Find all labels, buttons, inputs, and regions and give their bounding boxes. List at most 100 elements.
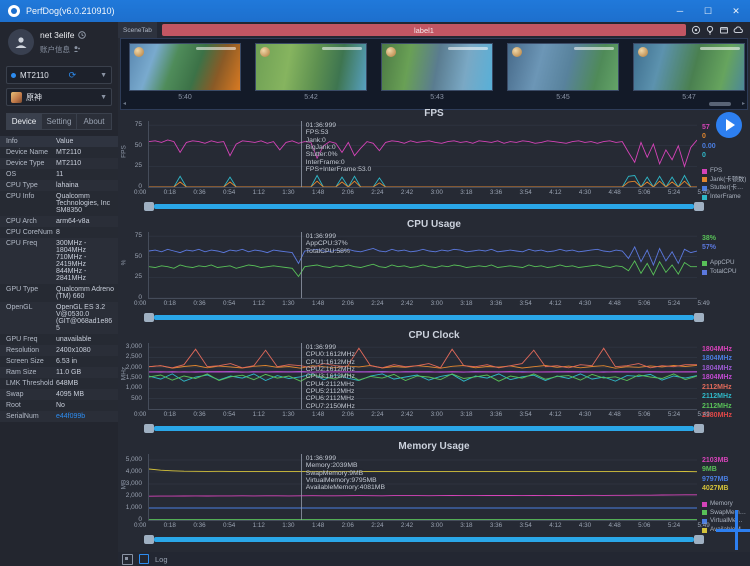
screenshot-thumbnail[interactable]	[129, 43, 241, 91]
table-row: Ram Size 11.0 GB	[0, 367, 118, 378]
play-button[interactable]	[716, 112, 742, 138]
slider-track[interactable]	[154, 537, 694, 542]
scroll-left-icon[interactable]: ◂	[123, 101, 126, 107]
legend-item[interactable]: AppCPU	[702, 259, 748, 268]
tooltip-line: CPU3:1612MHz	[305, 373, 355, 381]
history-clock-icon[interactable]	[77, 31, 86, 39]
slider-handle-right[interactable]	[694, 424, 704, 433]
x-tick-label: 3:36	[489, 411, 503, 418]
screenshot-thumbnail[interactable]	[381, 43, 493, 91]
user-plus-icon	[73, 46, 80, 52]
screenshot-thumbnail[interactable]	[507, 43, 619, 91]
table-header-row: Info Value	[0, 136, 118, 147]
info-cell: GPU Type	[6, 286, 39, 293]
time-range-slider[interactable]	[144, 312, 704, 323]
y-tick-label: 500	[131, 394, 142, 402]
value-cell: arm64-v8a	[56, 218, 90, 225]
slider-track[interactable]	[154, 204, 694, 209]
bulb-icon[interactable]	[705, 25, 715, 35]
tab-device[interactable]: Device	[6, 113, 41, 130]
slider-handle-left[interactable]	[144, 535, 154, 544]
marker-icon[interactable]	[691, 25, 701, 35]
time-range-slider[interactable]	[144, 201, 704, 212]
tab-about[interactable]: About	[76, 113, 112, 130]
x-axis-labels: 0:00 0:18 0:36 0:54 1:12 1:30 1:48 2:06 2:24 2:42…	[134, 300, 710, 307]
legend-item[interactable]: Memory	[702, 500, 748, 509]
slider-handle-right[interactable]	[694, 313, 704, 322]
table-row: Swap 4095 MB	[0, 389, 118, 400]
legend: FPS Jank(卡顿数) Stutter(卡顿率) InterFrame	[702, 167, 748, 202]
slider-handle-left[interactable]	[144, 424, 154, 433]
y-axis-ticks: 0 25 50 75	[118, 121, 145, 190]
legend-item[interactable]: FPS	[702, 167, 748, 176]
table-row: Device Type MT2110	[0, 158, 118, 169]
x-tick-label: 0:36	[193, 522, 206, 529]
account-info-label[interactable]: 账户信息	[40, 44, 81, 55]
tab-setting[interactable]: Setting	[41, 113, 76, 130]
x-tick-label: 3:00	[430, 411, 443, 418]
info-cell: LMK Threshold	[6, 380, 54, 387]
close-button[interactable]: ✕	[722, 0, 750, 22]
value-cell: e44f099b	[56, 413, 86, 420]
scroll-right-icon[interactable]: ▸	[742, 101, 745, 107]
screenshot-thumbnail[interactable]	[633, 43, 745, 91]
info-cell: Swap	[6, 391, 24, 398]
screenshot-timestamp: 5:40	[178, 94, 192, 101]
scene-tab[interactable]: SceneTab	[118, 22, 157, 38]
tooltip-line: CPU7:2150MHz	[305, 402, 355, 410]
screenshot-item: 5:47	[633, 43, 745, 101]
y-tick-label: 75	[134, 121, 142, 129]
table-row: LMK Threshold 648MB	[0, 378, 118, 389]
time-range-slider[interactable]	[144, 423, 704, 434]
screenshot-timestamp: 5:43	[430, 94, 444, 101]
perfdog-window: PerfDog(v6.0.210910) ─ ☐ ✕ net 3elife 账户…	[0, 0, 750, 566]
info-cell: CPU Arch	[6, 218, 37, 225]
x-tick-label: 2:42	[400, 189, 414, 196]
value-cell: 11.0 GB	[56, 369, 82, 376]
value-cell: 300MHz - 1804MHz 710MHz - 2419MHz 844MHz…	[56, 240, 87, 282]
cloud-icon[interactable]	[733, 25, 744, 35]
table-row: Resolution 2400x1080	[0, 345, 118, 356]
series-AppCPU	[149, 259, 697, 278]
slider-handle-left[interactable]	[144, 313, 154, 322]
maximize-button[interactable]: ☐	[694, 0, 722, 22]
info-cell: Ram Size	[6, 369, 37, 376]
avatar[interactable]	[8, 29, 34, 55]
slider-handle-right[interactable]	[694, 202, 704, 211]
current-value: 1804MHz	[702, 346, 732, 353]
x-tick-label: 4:48	[608, 300, 621, 307]
scrollbar-thumb[interactable]	[709, 102, 731, 106]
x-tick-label: 3:18	[460, 522, 473, 529]
refresh-icon[interactable]: ⟳	[69, 70, 77, 81]
slider-handle-right[interactable]	[694, 535, 704, 544]
minimize-button[interactable]: ─	[666, 0, 694, 22]
x-tick-label: 1:48	[311, 189, 325, 196]
x-tick-label: 3:18	[460, 189, 473, 196]
legend-item[interactable]: TotalCPU	[702, 268, 748, 277]
log-label: Log	[155, 554, 168, 564]
app-select[interactable]: 原神 ▼	[6, 88, 112, 106]
add-chart-button[interactable]	[716, 510, 750, 550]
x-tick-label: 3:00	[430, 300, 443, 307]
x-tick-label: 5:06	[638, 189, 651, 196]
slider-track[interactable]	[154, 426, 694, 431]
y-tick-label: 50	[134, 141, 142, 149]
x-tick-label: 3:54	[519, 189, 532, 196]
save-icon[interactable]	[719, 25, 729, 35]
log-checkbox[interactable]	[139, 554, 149, 564]
slider-handle-left[interactable]	[144, 202, 154, 211]
export-icon[interactable]	[122, 553, 133, 565]
strip-scrollbar[interactable]: ◂ ▸	[123, 101, 745, 107]
current-value: 1804MHz	[702, 364, 732, 372]
chart-tooltip: 01:36:999 CPU0:1612MHz CPU1:1612MHz CPU2:16…	[306, 344, 436, 410]
scene-label-bar[interactable]: label1	[161, 24, 686, 36]
time-range-slider[interactable]	[144, 534, 704, 545]
legend-item[interactable]: Jank(卡顿数)	[702, 176, 748, 185]
value-cell: 648MB	[56, 380, 79, 387]
slider-track[interactable]	[154, 315, 694, 320]
y-tick-label: 75	[134, 232, 142, 240]
info-cell: Root	[6, 402, 21, 409]
info-cell: GPU Freq	[6, 336, 38, 343]
device-select[interactable]: MT2110 ⟳ ▼	[6, 66, 112, 84]
screenshot-thumbnail[interactable]	[255, 43, 367, 91]
